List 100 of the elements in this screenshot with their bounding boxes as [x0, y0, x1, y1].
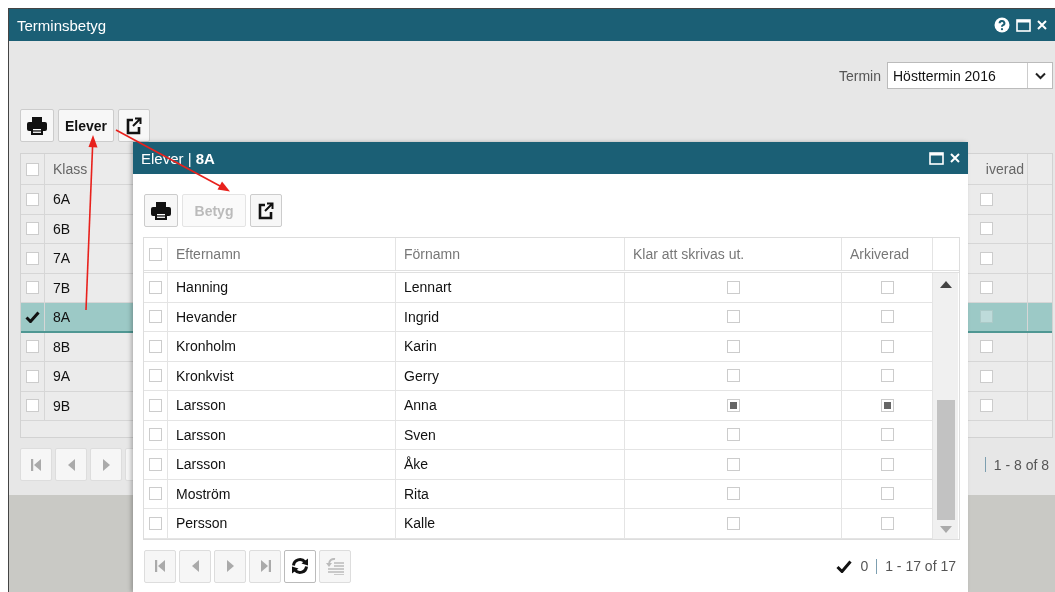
checkbox[interactable]: [726, 487, 740, 501]
checkbox[interactable]: [149, 428, 162, 442]
checkbox[interactable]: [726, 339, 740, 353]
check-icon[interactable]: [25, 310, 40, 323]
checkbox[interactable]: [149, 398, 162, 412]
checkbox[interactable]: [880, 310, 894, 324]
refresh-button[interactable]: [284, 549, 316, 583]
checkbox[interactable]: [26, 281, 39, 295]
close-icon[interactable]: [1037, 20, 1047, 30]
refresh-icon: [290, 557, 310, 575]
checkbox[interactable]: [980, 369, 993, 383]
previous-page-button[interactable]: [179, 549, 211, 583]
table-cell: Kronholm: [168, 332, 396, 361]
table-cell: Ingrid: [396, 302, 625, 331]
checkbox[interactable]: [726, 398, 740, 412]
checkbox[interactable]: [149, 487, 162, 501]
checked-count: 0: [860, 558, 869, 574]
first-page-icon: [30, 458, 42, 471]
print-button[interactable]: [20, 109, 54, 142]
print-button[interactable]: [144, 194, 178, 227]
chevron-down-icon: [1034, 71, 1046, 80]
check-icon: [836, 559, 853, 573]
checkbox[interactable]: [149, 457, 162, 471]
next-page-button[interactable]: [90, 448, 122, 481]
scroll-down-icon[interactable]: [939, 525, 952, 533]
checkbox[interactable]: [149, 369, 162, 383]
checkbox[interactable]: [880, 487, 894, 501]
next-page-button[interactable]: [214, 549, 246, 583]
checkbox[interactable]: [980, 399, 993, 413]
table-cell: 9B: [53, 397, 71, 414]
table-cell: 8A: [53, 308, 71, 325]
scrollbar[interactable]: [933, 273, 958, 539]
checkbox[interactable]: [26, 369, 39, 383]
checkbox[interactable]: [980, 192, 993, 206]
previous-page-button[interactable]: [55, 448, 87, 481]
export-button[interactable]: [118, 109, 151, 142]
window-title: Terminsbetyg: [17, 16, 108, 34]
checkbox[interactable]: [726, 428, 740, 442]
table-cell: Hevander: [168, 302, 396, 331]
checkbox[interactable]: [880, 369, 894, 383]
table-cell: 6A: [53, 191, 71, 208]
print-icon: [151, 201, 171, 220]
table-cell: Sven: [396, 420, 625, 449]
checkbox[interactable]: [149, 310, 162, 324]
column-header: Förnamn: [404, 246, 461, 262]
help-icon[interactable]: [994, 17, 1010, 33]
checkbox[interactable]: [980, 222, 993, 236]
checkbox[interactable]: [880, 516, 894, 530]
term-select[interactable]: Hösttermin 2016: [887, 62, 1053, 89]
page-summary: 1 - 8 of 8: [993, 456, 1049, 473]
checkbox[interactable]: [726, 516, 740, 530]
previous-page-icon: [67, 458, 75, 471]
next-page-icon: [226, 560, 234, 572]
checkbox[interactable]: [880, 428, 894, 442]
table-cell: Lennart: [396, 273, 625, 302]
last-page-icon: [259, 560, 271, 572]
checkbox[interactable]: [726, 457, 740, 471]
select-all-checkbox[interactable]: [26, 162, 39, 176]
close-icon[interactable]: [950, 153, 960, 163]
first-page-button[interactable]: [144, 549, 176, 583]
export-icon: [126, 116, 143, 135]
checkbox[interactable]: [880, 457, 894, 471]
table-cell: Larsson: [168, 450, 396, 479]
checkbox[interactable]: [26, 222, 39, 236]
checkbox[interactable]: [726, 280, 740, 294]
checkbox[interactable]: [880, 398, 894, 412]
checkbox[interactable]: [26, 192, 39, 206]
next-page-icon: [102, 458, 110, 471]
checkbox[interactable]: [149, 516, 162, 530]
table-cell: Karin: [396, 332, 625, 361]
checkbox[interactable]: [149, 280, 162, 294]
checkbox[interactable]: [880, 280, 894, 294]
table-cell: Moström: [168, 479, 396, 508]
page-summary: 1 - 17 of 17: [885, 558, 956, 574]
maximize-icon[interactable]: [1016, 18, 1031, 32]
checkbox[interactable]: [980, 340, 993, 354]
previous-page-icon: [191, 560, 199, 572]
table-cell: 6B: [53, 220, 71, 237]
scroll-up-icon[interactable]: [939, 281, 952, 288]
table-cell: 9A: [53, 368, 71, 385]
checkbox[interactable]: [980, 251, 993, 265]
students-button[interactable]: Elever: [58, 109, 115, 142]
table-cell: 7B: [53, 279, 71, 296]
table-cell: 8B: [53, 338, 71, 355]
export-button[interactable]: [250, 194, 282, 227]
first-page-button[interactable]: [20, 448, 52, 481]
checkbox[interactable]: [26, 340, 39, 354]
checkbox[interactable]: [726, 310, 740, 324]
checkbox[interactable]: [26, 399, 39, 413]
maximize-icon[interactable]: [929, 151, 944, 165]
checkbox[interactable]: [980, 281, 993, 295]
checkbox[interactable]: [149, 339, 162, 353]
select-all-checkbox[interactable]: [149, 247, 162, 261]
table-cell: Hanning: [168, 273, 396, 302]
checkbox[interactable]: [26, 251, 39, 265]
checkbox[interactable]: [880, 339, 894, 353]
table-cell: Kronkvist: [168, 361, 396, 390]
checkbox[interactable]: [726, 369, 740, 383]
table-cell: Larsson: [168, 420, 396, 449]
column-header: Efternamn: [176, 246, 241, 262]
